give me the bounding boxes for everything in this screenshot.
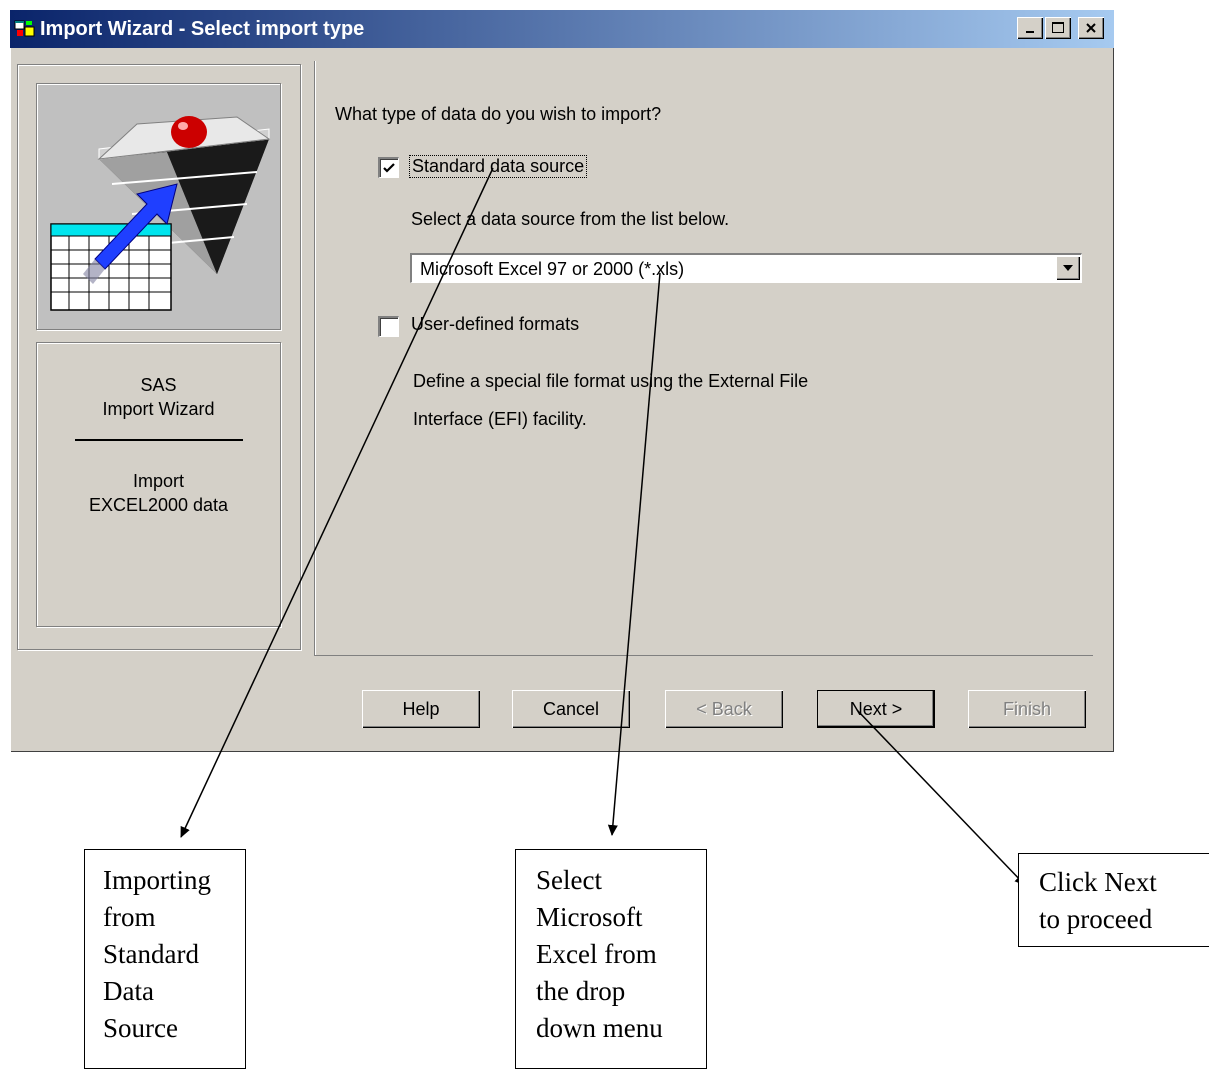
window-title: Import Wizard - Select import type: [40, 18, 365, 40]
options-frame: [314, 61, 1093, 656]
close-icon: [1086, 23, 1096, 33]
cancel-button[interactable]: Cancel: [512, 690, 630, 728]
import-graphic-icon: [50, 116, 271, 311]
maximize-icon: [1052, 22, 1064, 33]
sas-app-icon: [14, 20, 35, 37]
back-button[interactable]: < Back: [665, 690, 783, 728]
standard-source-checkbox[interactable]: [378, 157, 399, 178]
wizard-name: SAS Import Wizard: [102, 375, 215, 419]
standard-source-label[interactable]: Standard data source: [408, 155, 588, 178]
annotation-standard-source: Importing from Standard Data Source: [84, 849, 246, 1069]
source-hint: Select a data source from the list below…: [411, 209, 730, 229]
next-button[interactable]: Next >: [817, 690, 935, 728]
annotation-click-next: Click Next to proceed: [1018, 853, 1209, 947]
annotation-select-excel: Select Microsoft Excel from the drop dow…: [515, 849, 707, 1069]
chevron-down-icon: [1063, 265, 1073, 271]
wizard-subtitle: Import EXCEL2000 data: [88, 471, 229, 515]
info-divider: [75, 439, 243, 441]
user-defined-checkbox[interactable]: [378, 316, 399, 337]
wizard-graphic: [36, 83, 281, 330]
data-source-value: Microsoft Excel 97 or 2000 (*.xls): [420, 259, 685, 279]
minimize-icon: [1026, 31, 1034, 33]
minimize-button[interactable]: [1017, 17, 1043, 39]
user-defined-description: Define a special file format using the E…: [413, 371, 809, 429]
close-button[interactable]: [1078, 17, 1104, 39]
title-bar[interactable]: Import Wizard - Select import type: [10, 10, 1114, 48]
finish-button[interactable]: Finish: [968, 690, 1086, 728]
question-label: What type of data do you wish to import?: [335, 104, 662, 124]
help-button[interactable]: Help: [362, 690, 480, 728]
user-defined-label[interactable]: User-defined formats: [411, 314, 579, 335]
data-source-dropdown[interactable]: Microsoft Excel 97 or 2000 (*.xls): [410, 253, 1082, 283]
checkmark-icon: [383, 163, 395, 173]
dropdown-button[interactable]: [1056, 256, 1080, 280]
wizard-info-panel: SAS Import Wizard Import EXCEL2000 data: [36, 342, 281, 627]
maximize-button[interactable]: [1045, 17, 1071, 39]
